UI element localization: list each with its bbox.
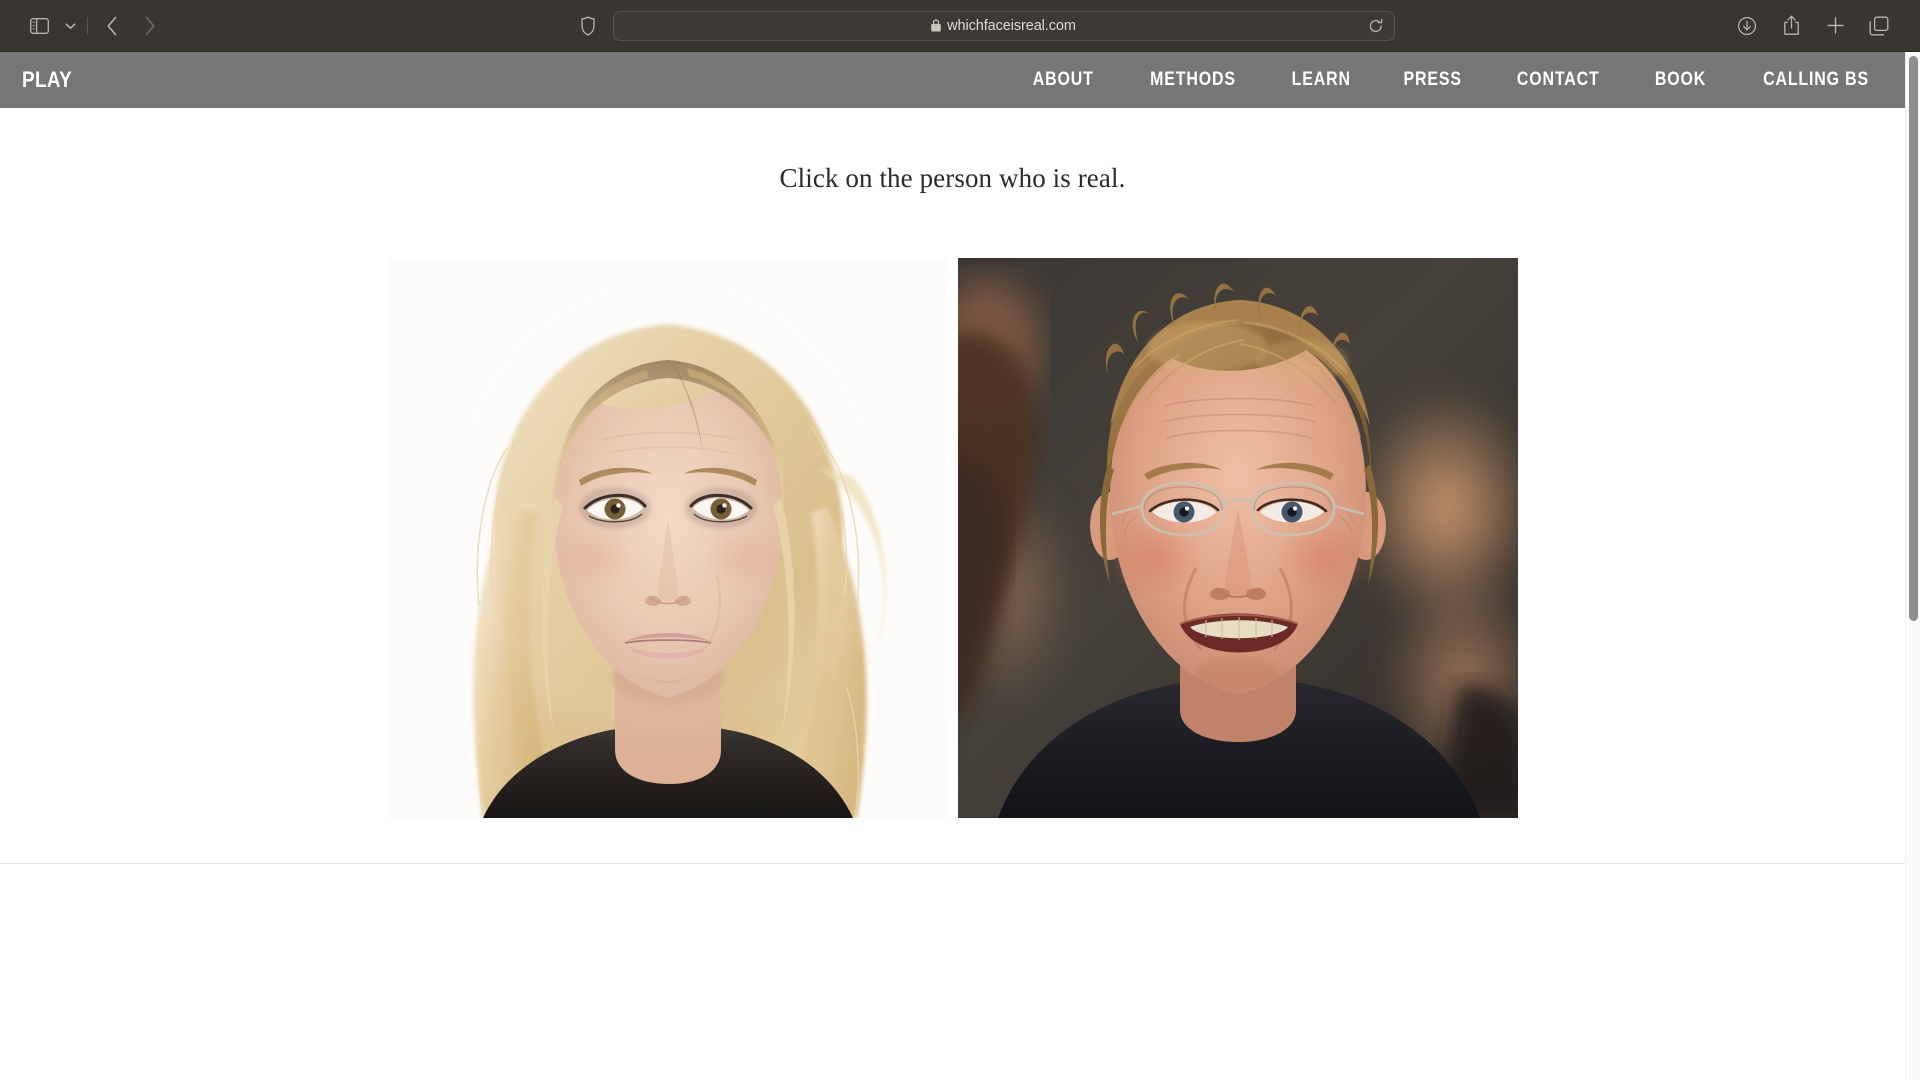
address-bar-content: whichfaceisreal.com: [931, 18, 1076, 34]
downloads-icon[interactable]: [1734, 13, 1760, 39]
toolbar-right-group: [1734, 13, 1898, 39]
content-divider: [0, 863, 1905, 864]
toolbar-left-group: [22, 11, 167, 41]
faces-row: [0, 258, 1905, 818]
scrollbar-thumb[interactable]: [1909, 56, 1918, 621]
nav-item-calling-bs[interactable]: CALLING BS: [1745, 69, 1886, 91]
brand-play-link[interactable]: PLAY: [22, 67, 72, 93]
nav-links: ABOUT METHODS LEARN PRESS CONTACT BOOK C…: [1006, 69, 1920, 91]
forward-icon[interactable]: [133, 11, 167, 41]
share-icon[interactable]: [1778, 13, 1804, 39]
toolbar-divider: [87, 16, 88, 35]
site-navigation-bar: PLAY ABOUT METHODS LEARN PRESS CONTACT B…: [0, 52, 1920, 108]
face-option-right[interactable]: [958, 258, 1518, 818]
nav-item-press[interactable]: PRESS: [1386, 69, 1480, 91]
footer: Which Face Is Real has been developed by…: [0, 1063, 1905, 1080]
page-scrollbar[interactable]: [1905, 52, 1920, 1080]
nav-item-methods[interactable]: METHODS: [1132, 69, 1253, 91]
nav-item-learn[interactable]: LEARN: [1274, 69, 1368, 91]
nav-item-about[interactable]: ABOUT: [1015, 69, 1111, 91]
face-option-left[interactable]: [387, 258, 947, 818]
nav-item-contact[interactable]: CONTACT: [1500, 69, 1618, 91]
tab-overview-icon[interactable]: [1866, 13, 1892, 39]
chevron-down-icon[interactable]: [60, 11, 80, 41]
back-icon[interactable]: [95, 11, 129, 41]
nav-item-book[interactable]: BOOK: [1637, 69, 1724, 91]
reload-icon[interactable]: [1369, 18, 1383, 33]
new-tab-icon[interactable]: [1822, 13, 1848, 39]
sidebar-toggle-icon[interactable]: [22, 11, 56, 41]
address-bar[interactable]: whichfaceisreal.com: [612, 10, 1395, 41]
browser-toolbar: whichfaceisreal.com: [0, 0, 1920, 52]
browser-window: whichfaceisreal.com PLAY ABOUT METHODS L…: [0, 0, 1920, 1080]
page-content: Click on the person who is real.: [0, 108, 1905, 1080]
lock-icon: [931, 19, 941, 32]
toolbar-center-group: whichfaceisreal.com: [167, 10, 1734, 41]
privacy-shield-icon[interactable]: [577, 13, 599, 39]
page-prompt: Click on the person who is real.: [779, 163, 1126, 193]
url-text: whichfaceisreal.com: [947, 17, 1076, 34]
